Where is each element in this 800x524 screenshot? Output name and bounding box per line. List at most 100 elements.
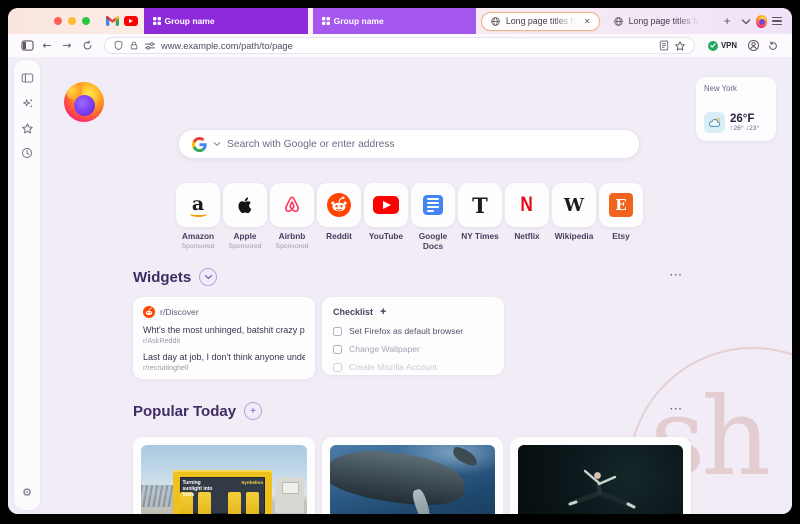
newtab-page: sh ⚙ New York 26°F ↑26° ↓23° Search with…	[8, 57, 792, 514]
close-tab-icon[interactable]: ✕	[584, 17, 591, 26]
youtube-icon	[124, 16, 139, 26]
solar-brand: Synhelion	[241, 479, 264, 485]
shortcut-wikipedia[interactable]: W Wikipedia	[552, 183, 596, 251]
url-bar[interactable]: www.example.com/path/to/page	[104, 37, 695, 54]
shield-icon[interactable]	[113, 40, 124, 51]
whale-image	[330, 445, 495, 514]
shortcut-ny-times[interactable]: T NY Times	[458, 183, 502, 251]
new-tab-button[interactable]: +	[724, 14, 731, 28]
checklist-add-button[interactable]: +	[380, 306, 386, 318]
checkbox[interactable]	[333, 344, 342, 354]
chevron-down-icon	[204, 274, 212, 280]
vpn-label: VPN	[720, 41, 737, 50]
sidebar-bookmarks-button[interactable]	[19, 120, 35, 136]
solar-caption: Turning sunlight into fuels	[182, 479, 213, 499]
wikipedia-icon: W	[563, 194, 585, 216]
pinned-tab-gmail[interactable]	[105, 13, 119, 29]
shortcut-airbnb[interactable]: Airbnb Sponsored	[270, 183, 314, 251]
reader-view-icon[interactable]	[659, 40, 669, 51]
popular-card-whale[interactable]	[322, 437, 503, 514]
tab-strip: Group name Group name Long page titles f…	[8, 8, 792, 71]
extension-icon[interactable]	[764, 37, 782, 55]
shortcut-netflix[interactable]: N Netflix	[505, 183, 549, 251]
reddit-icon	[143, 306, 155, 318]
apple-icon	[237, 197, 251, 214]
youtube-icon	[373, 196, 399, 214]
gear-icon: ⚙	[22, 485, 32, 499]
reload-button[interactable]	[78, 37, 96, 55]
search-input[interactable]	[227, 138, 626, 150]
menu-button[interactable]	[772, 16, 782, 26]
minimize-window-button[interactable]	[68, 17, 76, 25]
widgets-menu-button[interactable]: ···	[670, 270, 683, 281]
search-engine-chevron-icon[interactable]	[213, 141, 221, 147]
lock-icon[interactable]	[129, 40, 139, 51]
weather-low: ↓23°	[745, 125, 760, 133]
checklist-widget: Checklist + Set Firefox as default brows…	[322, 297, 504, 375]
checkbox[interactable]	[333, 362, 342, 372]
tab-title: Long page titles fade off	[628, 16, 701, 26]
shortcut-apple[interactable]: Apple Sponsored	[223, 183, 267, 251]
forward-button[interactable]: →	[58, 37, 76, 55]
account-button[interactable]	[744, 37, 762, 55]
popular-card-dancer[interactable]	[510, 437, 691, 514]
permissions-icon[interactable]	[144, 41, 156, 51]
etsy-icon: E	[609, 193, 633, 217]
vpn-badge[interactable]: VPN	[707, 40, 737, 51]
sidebar-ai-button[interactable]	[19, 95, 35, 111]
globe-icon	[491, 16, 500, 26]
sidebar-history-button[interactable]	[19, 145, 35, 161]
tab-group-icon	[321, 17, 330, 25]
checkbox[interactable]	[333, 326, 342, 336]
vpn-check-icon	[707, 40, 718, 51]
popular-card-solar[interactable]: Turning sunlight into fuels Synhelion	[133, 437, 315, 514]
shortcut-amazon[interactable]: a Amazon Sponsored	[176, 183, 220, 251]
search-bar[interactable]	[178, 129, 640, 159]
weather-cloud-icon	[704, 112, 725, 133]
sidebar-tabs-button[interactable]	[19, 70, 35, 86]
widgets-header: Widgets	[133, 268, 218, 286]
zoom-window-button[interactable]	[82, 17, 90, 25]
close-window-button[interactable]	[54, 17, 62, 25]
shortcut-etsy[interactable]: E Etsy	[599, 183, 643, 251]
tab-overview-button[interactable]	[741, 18, 751, 25]
popular-header: Popular Today +	[133, 402, 263, 420]
sidebar-icon	[20, 40, 34, 51]
chevron-down-icon	[741, 18, 750, 24]
sidebar-toggle-button[interactable]	[18, 37, 36, 55]
back-button[interactable]: ←	[38, 37, 56, 55]
shortcuts-row: a Amazon Sponsored Apple Sponsored Airbn…	[176, 183, 643, 251]
window-controls	[54, 17, 90, 25]
reddit-widget: r/Discover Wht's the most unhinged, bats…	[133, 297, 315, 379]
checklist-item[interactable]: Set Firefox as default browser	[333, 326, 493, 336]
tab-title: Long page titles fade off	[505, 16, 578, 26]
reddit-post[interactable]: Last day at job, I don't think anyone un…	[143, 352, 305, 372]
tab-active[interactable]: Long page titles fade off ✕	[480, 11, 600, 31]
tab-group-label: Group name	[333, 16, 384, 26]
weather-widget[interactable]: New York 26°F ↑26° ↓23°	[696, 77, 776, 141]
globe-icon	[613, 16, 623, 26]
popular-menu-button[interactable]: ···	[670, 404, 683, 415]
checklist-item[interactable]: Change Wallpaper	[333, 344, 493, 354]
account-icon	[747, 39, 759, 52]
shortcut-youtube[interactable]: YouTube	[364, 183, 408, 251]
checklist-item[interactable]: Create Mozilla Account	[333, 362, 493, 372]
tab-group-label: Group name	[164, 16, 215, 26]
profile-avatar[interactable]	[755, 14, 768, 28]
pinned-tab-youtube[interactable]	[124, 13, 139, 29]
firefox-logo	[64, 82, 104, 122]
netflix-icon: N	[520, 193, 534, 216]
screen: { "glyphs": {"plus": "+", "close": "✕", …	[0, 0, 800, 524]
popular-add-button[interactable]: +	[244, 402, 263, 420]
tab-inactive[interactable]: Long page titles fade off	[605, 12, 709, 31]
reddit-widget-title: r/Discover	[160, 307, 199, 317]
sidebar-settings-button[interactable]: ⚙	[19, 484, 35, 500]
tab-group-icon	[152, 17, 161, 25]
widgets-collapse-button[interactable]	[199, 268, 218, 286]
reddit-post[interactable]: Wht's the most unhinged, batshit crazy p…	[143, 325, 305, 345]
sidebar-strip: ⚙	[14, 60, 40, 510]
dancer-image	[518, 445, 683, 514]
shortcut-reddit[interactable]: Reddit	[317, 183, 361, 251]
bookmark-star-icon[interactable]	[674, 40, 686, 52]
shortcut-google-docs[interactable]: Google Docs	[411, 183, 455, 251]
